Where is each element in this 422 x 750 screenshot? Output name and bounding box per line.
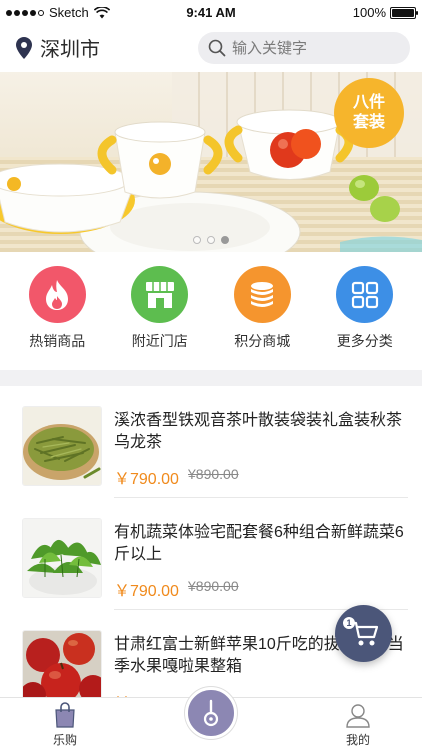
carousel-dot[interactable] — [193, 236, 201, 244]
search-icon — [208, 39, 226, 57]
category-label: 更多分类 — [336, 333, 393, 349]
product-item[interactable]: 有机蔬菜体验宅配套餐6种组合新鲜蔬菜6斤以上 ￥790.00 ¥890.00 — [0, 498, 422, 610]
center-tab-button[interactable] — [185, 687, 237, 739]
category-label: 热销商品 — [29, 333, 86, 349]
shopping-bag-icon — [55, 702, 75, 728]
pin-center-icon — [203, 699, 219, 727]
store-icon — [131, 266, 189, 323]
tab-bar: 乐购 我的 — [0, 687, 422, 750]
user-icon — [346, 704, 370, 728]
category-points-mall[interactable]: 积分商城 — [217, 266, 307, 368]
carousel-dot-active[interactable] — [221, 236, 229, 244]
tab-mine[interactable]: 我的 — [323, 702, 393, 748]
category-hot-products[interactable]: 热销商品 — [12, 266, 102, 368]
product-price: ￥790.00 — [114, 583, 179, 600]
flame-icon — [28, 266, 86, 323]
coins-icon — [233, 266, 291, 323]
category-nav: 热销商品 附近门店 积分商城 更多分类 — [0, 252, 422, 368]
tab-label: 我的 — [345, 733, 370, 747]
product-image-tea — [22, 406, 102, 486]
promo-badge-text: 八件套装 — [352, 94, 385, 131]
product-image-vegetables — [22, 518, 102, 598]
top-bar: 深圳市 — [0, 24, 422, 70]
tab-label: 乐购 — [52, 733, 77, 747]
category-more[interactable]: 更多分类 — [320, 266, 410, 368]
promo-badge: 八件套装 — [334, 78, 404, 148]
city-label: 深圳市 — [40, 39, 100, 61]
product-original-price: ¥890.00 — [188, 466, 239, 482]
battery-percent: 100% — [352, 5, 386, 20]
search-bar[interactable] — [198, 32, 410, 64]
product-price: ￥790.00 — [114, 471, 179, 488]
product-list: 溪浓香型铁观音茶叶散装袋装礼盒装秋茶乌龙茶 ￥790.00 ¥890.00 有机… — [0, 386, 422, 722]
section-divider — [0, 370, 422, 386]
status-bar: Sketch 9:41 AM 100% — [0, 0, 422, 24]
category-label: 积分商城 — [234, 333, 291, 349]
cart-count-badge: 1 — [343, 617, 355, 629]
promo-banner[interactable]: 八件套装 — [0, 72, 422, 252]
grid-icon — [336, 266, 394, 323]
location-selector[interactable]: 深圳市 — [16, 33, 100, 62]
carousel-indicator — [0, 236, 422, 244]
category-label: 附近门店 — [131, 333, 188, 349]
cart-button[interactable]: 1 — [335, 605, 392, 662]
product-original-price: ¥890.00 — [188, 578, 239, 594]
battery-icon — [390, 6, 418, 19]
tab-shopping[interactable]: 乐购 — [30, 702, 100, 748]
status-right: 100% — [352, 5, 418, 20]
search-input[interactable] — [232, 39, 392, 57]
product-name: 有机蔬菜体验宅配套餐6种组合新鲜蔬菜6斤以上 — [114, 524, 404, 563]
product-item[interactable]: 溪浓香型铁观音茶叶散装袋装礼盒装秋茶乌龙茶 ￥790.00 ¥890.00 — [0, 386, 422, 498]
carousel-dot[interactable] — [207, 236, 215, 244]
location-pin-icon — [16, 36, 32, 59]
category-nearby-stores[interactable]: 附近门店 — [115, 266, 205, 368]
product-name: 溪浓香型铁观音茶叶散装袋装礼盒装秋茶乌龙茶 — [114, 412, 403, 451]
